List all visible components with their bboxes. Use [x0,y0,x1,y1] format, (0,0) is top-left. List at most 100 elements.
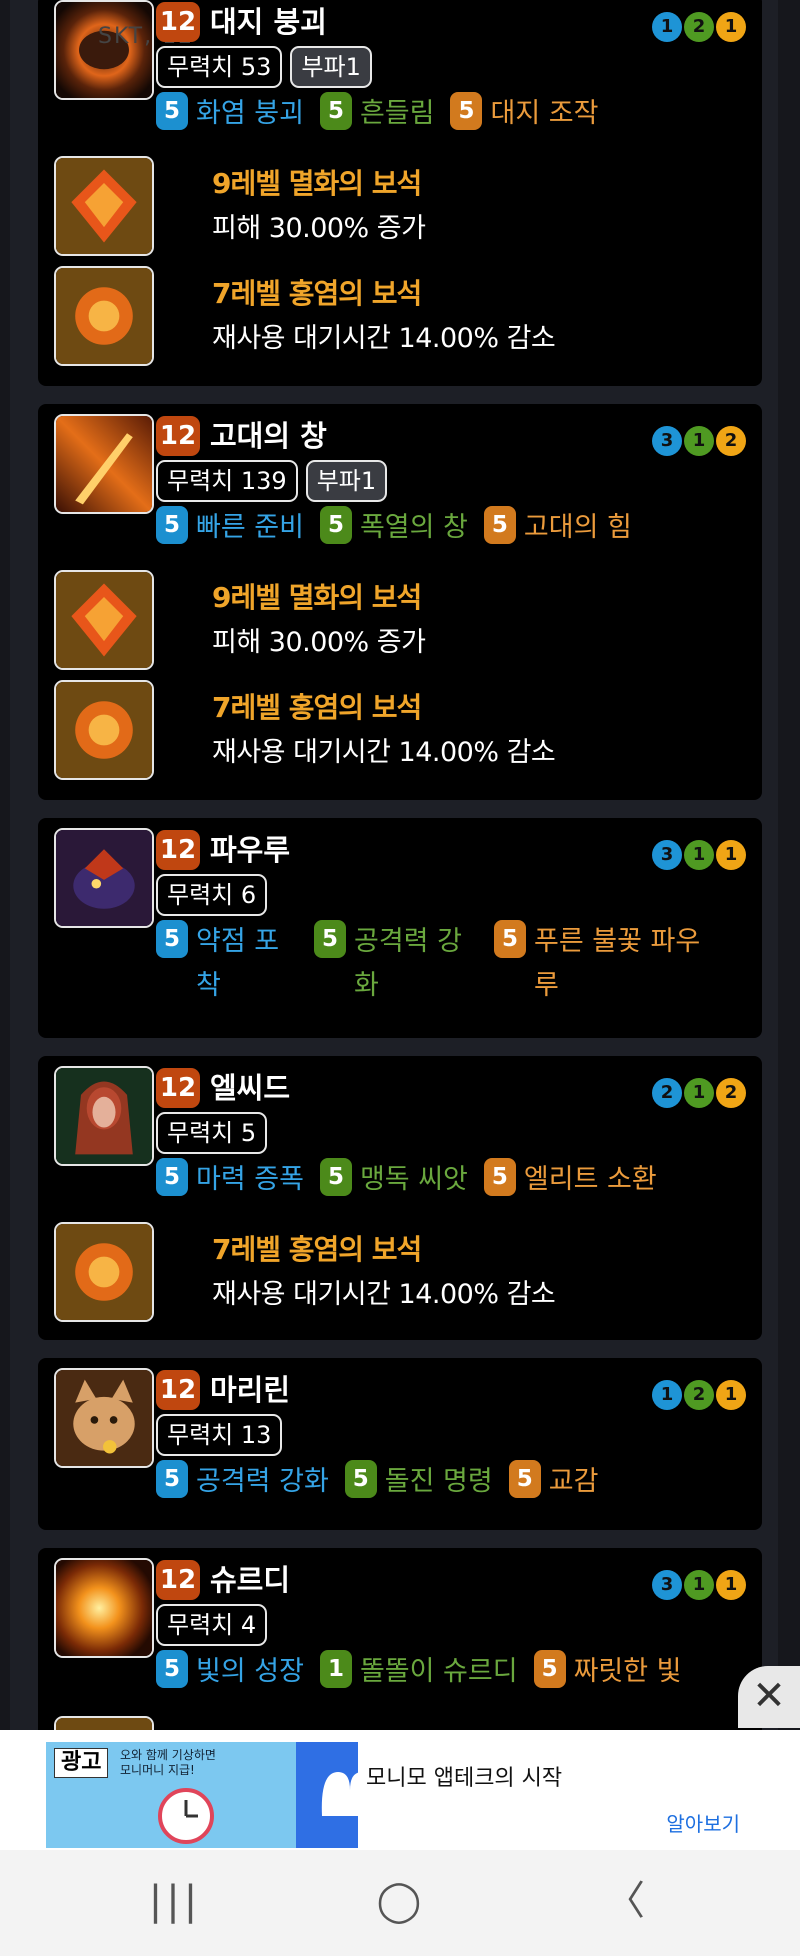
tripod-item: 5 빠른 준비 [156,506,304,550]
skill-card[interactable]: 12 엘씨드 2 1 2 무력치 5 5 마력 증폭 5 맹독 씨앗 5 엘리트 소환… [38,1056,762,1340]
gem-title: 7레벨 홍염의 보석 [212,691,422,724]
alarm-clock-icon [158,1788,214,1844]
tripod-item: 5 짜릿한 빛 [533,1650,682,1694]
tripod-item: 5 교감 [508,1460,598,1504]
skill-name: 슈르디 [210,1563,291,1597]
skill-level-badge: 12 [156,830,200,870]
stagger-tag: 무력치 53 [156,46,283,88]
skill-tags: 무력치 5 [156,1112,268,1154]
tripod-item: 5 화염 붕괴 [156,92,304,136]
skill-card[interactable]: SKT, 12 12 대지 붕괴 1 2 1 무력치 53 부파1 5 화염 붕괴… [38,0,762,386]
skill-name: 파우루 [210,833,291,867]
tripod-item: 5 빛의 성장 [156,1650,304,1694]
tripod-dot: 3 [652,426,682,456]
tripod-row: 5 빛의 성장 1 똘똘이 슈르디 5 짜릿한 빛 [156,1650,746,1694]
skill-level-badge: 12 [156,1560,200,1600]
tripod-dot: 1 [716,12,746,42]
tripod-item: 5 흔들림 [319,92,434,136]
skill-tags: 무력치 6 [156,874,268,916]
skill-level-badge: 12 [156,1068,200,1108]
tripod-summary: 1 2 1 [652,1380,746,1410]
skill-icon [54,1368,154,1468]
skill-icon [54,828,154,928]
tripod-dot: 1 [716,1570,746,1600]
ad-image[interactable]: 광고 오와 함께 기상하면 모니머니 지급! [46,1742,358,1848]
home-button[interactable]: ◯ [364,1870,434,1932]
tripod-dot: 1 [684,426,714,456]
tripod-summary: 3 1 2 [652,426,746,456]
skill-name: 엘씨드 [210,1071,291,1105]
gem-desc: 재사용 대기시간 14.00% 감소 [212,737,556,768]
system-nav-bar: ||| ◯ 〈 [0,1850,800,1956]
tripod-row: 5 화염 붕괴 5 흔들림 5 대지 조작 [156,92,746,136]
tripod-row: 5 마력 증폭 5 맹독 씨앗 5 엘리트 소환 [156,1158,746,1202]
gem-title: 9레벨 멸화의 보석 [212,167,422,200]
gem-desc: 피해 30.00% 증가 [212,213,426,244]
tripod-summary: 3 1 1 [652,1570,746,1600]
tripod-item: 5 돌진 명령 [344,1460,493,1504]
skill-card[interactable]: 12 마리린 1 2 1 무력치 13 5 공격력 강화 5 돌진 명령 5 교감 [38,1358,762,1530]
skill-icon [54,1558,154,1658]
tripod-row: 5 빠른 준비 5 폭열의 창 5 고대의 힘 [156,506,746,550]
tripod-dot: 1 [652,12,682,42]
tripod-summary: 3 1 1 [652,840,746,870]
skill-name: 대지 붕괴 [210,5,327,39]
skill-level-badge: 12 [156,2,200,42]
skill-card[interactable]: 12 슈르디 3 1 1 무력치 4 5 빛의 성장 1 똘똘이 슈르디 5 짜릿한 … [38,1548,762,1730]
tripod-dot: 1 [716,1380,746,1410]
ad-snippet: 오와 함께 기상하면 모니머니 지급! [120,1748,216,1777]
gem-icon [54,156,154,256]
gem-desc: 재사용 대기시간 14.00% 감소 [212,1279,556,1310]
back-button[interactable]: 〈 [590,1870,660,1932]
tripod-item: 5 맹독 씨앗 [319,1158,468,1202]
ad-learn-more-link[interactable]: 알아보기 [666,1808,740,1837]
skill-icon [54,1066,154,1166]
destruction-tag: 부파1 [290,46,372,88]
tripod-dot: 2 [716,1078,746,1108]
gem-desc: 피해 30.00% 증가 [212,627,426,658]
gem-icon [54,570,154,670]
tripod-dot: 2 [716,426,746,456]
tripod-dot: 3 [652,840,682,870]
tripod-dot: 2 [652,1078,682,1108]
skill-card[interactable]: 12 고대의 창 3 1 2 무력치 139 부파1 5 빠른 준비 5 폭열의 창… [38,404,762,800]
tripod-dot: 1 [652,1380,682,1410]
gem-title: 9레벨 멸화의 보석 [212,581,422,614]
skill-name: 고대의 창 [210,419,327,453]
tripod-item: 5 공격력 강화 [156,1460,329,1504]
stagger-tag: 무력치 4 [156,1604,268,1646]
tripod-dot: 1 [684,1078,714,1108]
ad-badge: 광고 [54,1748,109,1778]
tripod-summary: 1 2 1 [652,12,746,42]
tripod-item: 5 대지 조작 [450,92,598,136]
tripod-item: 5 공격력 강화 [314,920,478,1008]
skill-level-badge: 12 [156,1370,200,1410]
monimo-logo-icon [296,1742,358,1848]
tripod-dot: 1 [684,840,714,870]
recent-apps-button[interactable]: ||| [140,1870,210,1932]
skill-tags: 무력치 13 [156,1414,283,1456]
skill-tags: 무력치 4 [156,1604,268,1646]
close-ad-button[interactable]: ✕ [738,1666,800,1728]
gem-title: 7레벨 홍염의 보석 [212,277,422,310]
gem-desc: 재사용 대기시간 14.00% 감소 [212,323,556,354]
stagger-tag: 무력치 139 [156,460,298,502]
stagger-tag: 무력치 13 [156,1414,283,1456]
skill-name: 마리린 [210,1373,291,1407]
stagger-tag: 무력치 6 [156,874,268,916]
skill-card[interactable]: 12 파우루 3 1 1 무력치 6 5 약점 포착 5 공격력 강화 5 푸른 불꽃… [38,818,762,1038]
tripod-item: 5 약점 포착 [156,920,298,1008]
tripod-item: 5 폭열의 창 [319,506,468,550]
gem-icon [54,1222,154,1322]
ad-title[interactable]: 모니모 앱테크의 시작 [366,1760,562,1792]
gem-icon [54,680,154,780]
gem-title: 7레벨 홍염의 보석 [212,1233,422,1266]
tripod-item: 5 푸른 불꽃 파우루 [494,920,712,1008]
skill-level-badge: 12 [156,416,200,456]
gem-icon [54,266,154,366]
tripod-row: 5 공격력 강화 5 돌진 명령 5 교감 [156,1460,746,1504]
ad-banner[interactable]: ✕ 광고 오와 함께 기상하면 모니머니 지급! 모니모 앱테크의 시작 알아보… [0,1666,800,1850]
skill-tags: 무력치 139 부파1 [156,460,388,502]
tripod-row: 5 약점 포착 5 공격력 강화 5 푸른 불꽃 파우루 [156,920,746,1008]
skill-icon [54,0,154,100]
